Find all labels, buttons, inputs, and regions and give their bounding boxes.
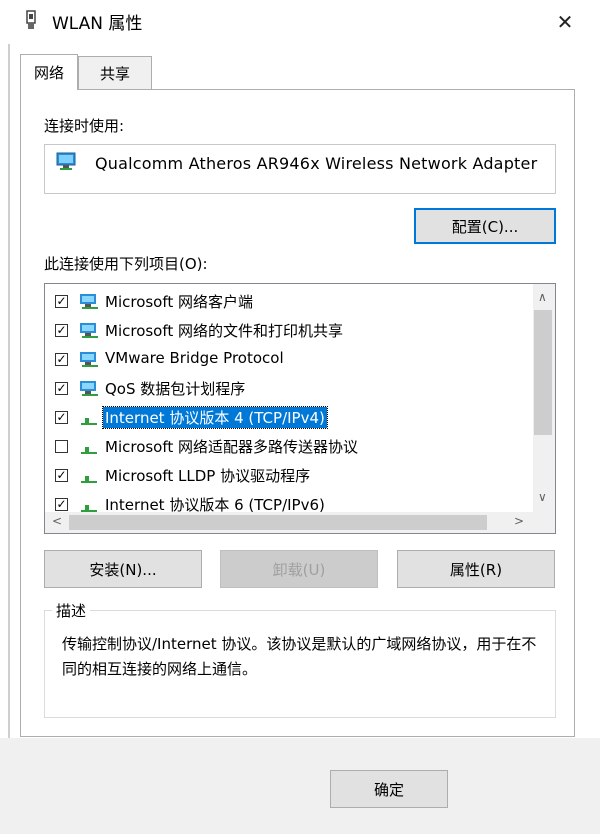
network-client-icon bbox=[80, 294, 98, 309]
network-service-icon bbox=[80, 381, 98, 396]
protocol-icon bbox=[81, 447, 97, 454]
description-text: 传输控制协议/Internet 协议。该协议是默认的广域网络协议，用于在不同的相… bbox=[62, 635, 537, 678]
close-icon: ✕ bbox=[556, 10, 574, 34]
checkbox[interactable]: ✓ bbox=[55, 498, 68, 511]
checkbox[interactable]: ✓ bbox=[55, 324, 68, 337]
ok-button-label: 确定 bbox=[373, 780, 404, 799]
list-item[interactable]: Microsoft 网络适配器多路传送器协议 bbox=[45, 432, 535, 460]
close-button[interactable]: ✕ bbox=[550, 8, 580, 36]
list-item-label: Microsoft 网络的文件和打印机共享 bbox=[105, 322, 344, 340]
scroll-left-icon[interactable]: < bbox=[52, 514, 62, 528]
list-item[interactable]: ✓ Microsoft 网络的文件和打印机共享 bbox=[45, 316, 535, 344]
background-window-edge bbox=[8, 44, 10, 834]
tab-network[interactable]: 网络 bbox=[20, 54, 78, 90]
tab-sharing-label: 共享 bbox=[99, 65, 130, 83]
adapter-name: Qualcomm Atheros AR946x Wireless Network… bbox=[95, 154, 538, 173]
network-service-icon bbox=[80, 323, 98, 338]
properties-button[interactable]: 属性(R) bbox=[397, 550, 555, 588]
vertical-scroll-thumb[interactable] bbox=[534, 310, 552, 435]
uninstall-button-label: 卸载(U) bbox=[272, 560, 326, 579]
scroll-up-icon[interactable]: ∧ bbox=[538, 290, 547, 304]
list-item[interactable]: ✓ Microsoft LLDP 协议驱动程序 bbox=[45, 461, 535, 489]
checkbox[interactable]: ✓ bbox=[55, 411, 68, 424]
checkbox[interactable] bbox=[55, 440, 68, 453]
scroll-down-icon[interactable]: ∨ bbox=[538, 490, 547, 504]
list-item-label: QoS 数据包计划程序 bbox=[105, 380, 246, 398]
horizontal-scroll-thumb[interactable] bbox=[69, 515, 487, 530]
protocol-icon bbox=[81, 476, 97, 483]
tab-sharing[interactable]: 共享 bbox=[78, 56, 152, 90]
ok-button[interactable]: 确定 bbox=[330, 770, 448, 808]
components-list[interactable]: ✓ Microsoft 网络客户端 ✓ Microsoft 网络的文件和打印机共… bbox=[44, 283, 556, 534]
list-item-label: Microsoft 网络适配器多路传送器协议 bbox=[105, 438, 359, 456]
list-item-label: Microsoft LLDP 协议驱动程序 bbox=[105, 467, 311, 485]
list-item-label: VMware Bridge Protocol bbox=[105, 349, 284, 367]
list-item[interactable]: ✓ Microsoft 网络客户端 bbox=[45, 287, 535, 315]
list-item-selected[interactable]: ✓ Internet 协议版本 4 (TCP/IPv4) bbox=[45, 403, 535, 431]
checkbox[interactable]: ✓ bbox=[55, 353, 68, 366]
checkbox[interactable]: ✓ bbox=[55, 295, 68, 308]
install-button[interactable]: 安装(N)... bbox=[44, 550, 202, 588]
list-item-label: Microsoft 网络客户端 bbox=[105, 293, 254, 311]
list-item[interactable]: ✓ QoS 数据包计划程序 bbox=[45, 374, 535, 402]
install-button-label: 安装(N)... bbox=[89, 560, 157, 579]
configure-button[interactable]: 配置(C)... bbox=[414, 208, 556, 244]
protocol-icon bbox=[81, 418, 97, 425]
description-title: 描述 bbox=[52, 600, 91, 621]
network-adapter-icon bbox=[26, 10, 36, 29]
network-adapter-icon bbox=[56, 152, 76, 170]
window-title: WLAN 属性 bbox=[52, 14, 143, 34]
connect-using-label: 连接时使用: bbox=[44, 117, 125, 135]
tab-network-label: 网络 bbox=[33, 64, 64, 82]
scroll-right-icon[interactable]: > bbox=[514, 514, 524, 528]
checkbox[interactable]: ✓ bbox=[55, 382, 68, 395]
configure-button-label: 配置(C)... bbox=[451, 217, 519, 236]
properties-button-label: 属性(R) bbox=[449, 560, 503, 579]
list-item-label: Internet 协议版本 4 (TCP/IPv4) bbox=[102, 406, 328, 429]
network-service-icon bbox=[80, 352, 98, 367]
dialog-footer bbox=[0, 738, 600, 834]
items-label: 此连接使用下列项目(O): bbox=[44, 255, 208, 273]
checkbox[interactable]: ✓ bbox=[55, 469, 68, 482]
list-item[interactable]: ✓ VMware Bridge Protocol bbox=[45, 345, 535, 373]
uninstall-button[interactable]: 卸载(U) bbox=[220, 550, 378, 588]
